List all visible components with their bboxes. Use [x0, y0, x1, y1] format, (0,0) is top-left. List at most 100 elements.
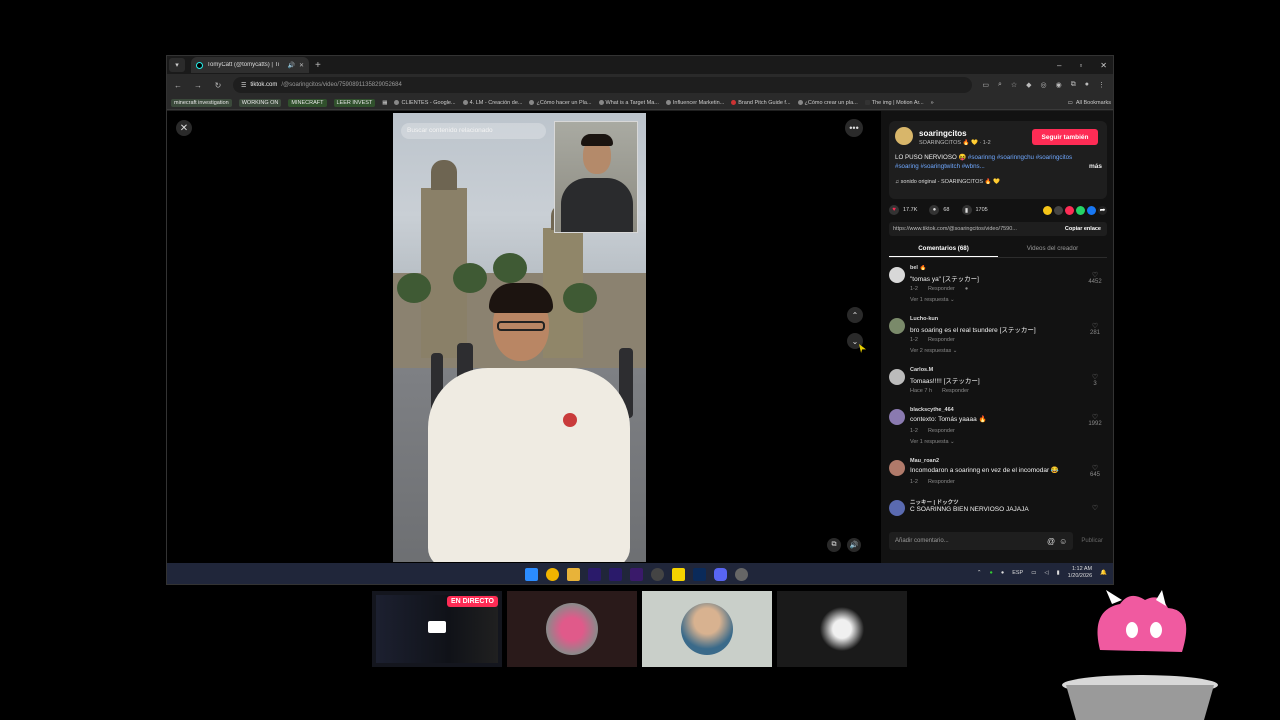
publish-button[interactable]: Publicar: [1077, 538, 1107, 544]
reload-icon[interactable]: ↻: [213, 81, 223, 90]
video-player[interactable]: Buscar contenido relacionado: [393, 113, 646, 562]
close-window-icon[interactable]: ✕: [1100, 61, 1107, 70]
username[interactable]: soaringcitos: [919, 129, 967, 138]
avatar[interactable]: [889, 318, 905, 334]
notes-icon[interactable]: [672, 568, 685, 581]
comment-author[interactable]: bel 🔥: [910, 265, 926, 271]
share-arrow-icon[interactable]: ➦: [1098, 205, 1107, 215]
new-tab-icon[interactable]: +: [315, 60, 321, 71]
apps-grid-icon[interactable]: ▦: [382, 100, 387, 106]
maximize-icon[interactable]: ▫: [1079, 61, 1082, 70]
speaker-icon[interactable]: ◁: [1044, 570, 1048, 576]
extensions-puzzle-icon[interactable]: ⧉: [1071, 81, 1076, 89]
emoji-share-icon[interactable]: [1043, 205, 1052, 215]
bookmark-chip[interactable]: LEER INVEST: [333, 98, 376, 107]
media-encoder-icon[interactable]: [630, 568, 643, 581]
tray-chevron-icon[interactable]: ⌃: [977, 570, 982, 576]
minimize-icon[interactable]: –: [1057, 61, 1061, 70]
bookmark-item[interactable]: The img | Motion Ar...: [864, 100, 924, 106]
extension-icon[interactable]: ◎: [1041, 81, 1047, 89]
reply-button[interactable]: Responder: [928, 286, 955, 292]
participant-tile[interactable]: [777, 591, 907, 667]
back-icon[interactable]: ←: [173, 81, 183, 90]
bookmark-icon[interactable]: ▮: [961, 205, 972, 215]
forward-icon[interactable]: →: [193, 81, 203, 90]
reply-button[interactable]: Responder: [942, 388, 969, 394]
avatar[interactable]: [889, 460, 905, 476]
language-indicator[interactable]: ESP: [1012, 570, 1023, 576]
view-replies-button[interactable]: Ver 1 respuesta ⌄: [910, 297, 955, 303]
bookmark-chip[interactable]: MINECRAFT: [288, 98, 327, 107]
extension-icon[interactable]: ◆: [1026, 81, 1031, 89]
file-explorer-icon[interactable]: [567, 568, 580, 581]
pip-icon[interactable]: ⧉: [827, 538, 841, 552]
tab-active[interactable]: TomyCatt (@tomycatts) | Ti 🔊 ✕: [191, 57, 309, 73]
tab-comments[interactable]: Comentarios (68): [889, 242, 998, 257]
participant-tile[interactable]: [642, 591, 772, 667]
zoom-icon[interactable]: ⌕: [998, 81, 1002, 89]
comment-like[interactable]: ♡ 3: [1085, 373, 1105, 387]
tab-audio-icon[interactable]: 🔊: [287, 62, 294, 69]
bookmark-chip[interactable]: WORKING ON: [238, 98, 282, 107]
bookmark-item[interactable]: ¿Cómo hacer un Pla...: [529, 100, 592, 106]
avatar[interactable]: [889, 500, 905, 516]
tab-search-icon[interactable]: ▾: [169, 58, 185, 72]
bookmarks-overflow-icon[interactable]: »: [931, 100, 934, 106]
comment-author[interactable]: Carlos.M: [910, 367, 933, 373]
bookmark-item[interactable]: Brand Pitch Guide f...: [731, 100, 791, 106]
clock[interactable]: 1:12 AM 1/20/2026: [1068, 566, 1092, 580]
tab-creator-videos[interactable]: Videos del creador: [998, 242, 1107, 257]
network-icon[interactable]: ▭: [1031, 570, 1036, 576]
comment-like[interactable]: ♡ 4452: [1085, 271, 1105, 285]
facebook-icon[interactable]: [1087, 205, 1096, 215]
comment-like[interactable]: ♡ 1992: [1085, 413, 1105, 427]
bookmark-item[interactable]: Influencer Marketin...: [665, 100, 724, 106]
bookmark-item[interactable]: CLIENTES - Google...: [394, 100, 456, 106]
avatar[interactable]: [889, 267, 905, 283]
close-video-button[interactable]: ✕: [176, 120, 192, 136]
comment-author[interactable]: Mau_roan2: [910, 458, 939, 464]
cast-icon[interactable]: ▭: [982, 81, 989, 89]
after-effects-icon[interactable]: [609, 568, 622, 581]
sound-link[interactable]: ♫ sonido original - SOARINGCITOS 🔥 💛: [895, 179, 1000, 185]
bookmark-item[interactable]: 4. LM - Creación de...: [462, 100, 522, 106]
photoshop-icon[interactable]: [693, 568, 706, 581]
extension-icon[interactable]: ◉: [1056, 81, 1062, 89]
volume-icon[interactable]: 🔊: [847, 538, 861, 552]
bookmark-chip[interactable]: minecraft investigation: [171, 98, 232, 107]
repost-icon[interactable]: [1065, 205, 1074, 215]
comment-author[interactable]: blackscythe_464: [910, 407, 954, 413]
heart-icon[interactable]: ♥: [889, 205, 899, 215]
comment-author[interactable]: Lucho-kun: [910, 316, 938, 322]
more-link[interactable]: más: [1089, 163, 1102, 170]
site-info-icon[interactable]: ☰: [241, 82, 246, 89]
windows-start-icon[interactable]: [525, 568, 538, 581]
copy-link-button[interactable]: Copiar enlace: [1059, 222, 1107, 236]
bookmark-item[interactable]: What is a Target Ma...: [598, 100, 659, 106]
tab-close-icon[interactable]: ✕: [299, 62, 304, 69]
view-replies-button[interactable]: Ver 1 respuesta ⌄: [910, 439, 955, 445]
more-options-button[interactable]: •••: [845, 119, 863, 137]
emoji-icon[interactable]: ☺: [1059, 537, 1067, 546]
premiere-icon[interactable]: [588, 568, 601, 581]
view-replies-button[interactable]: Ver 2 respuestas ⌄: [910, 348, 957, 354]
tray-app-icon[interactable]: ●: [1001, 570, 1004, 576]
battery-icon[interactable]: ▮: [1057, 570, 1060, 576]
tray-app-icon[interactable]: ●: [990, 570, 993, 576]
video-link[interactable]: https://www.tiktok.com/@soaringcitos/vid…: [893, 226, 1017, 232]
reply-button[interactable]: Responder: [928, 479, 955, 485]
notifications-icon[interactable]: 🔔: [1100, 570, 1107, 576]
comment-author[interactable]: ニッキー | ドックツ: [910, 498, 959, 506]
profile-icon[interactable]: ●: [1085, 81, 1089, 89]
url-field[interactable]: ☰ tiktok.com/@soaringcitos/video/7590891…: [233, 77, 973, 93]
reply-button[interactable]: Responder: [928, 337, 955, 343]
obs-icon[interactable]: [651, 568, 664, 581]
reply-button[interactable]: Responder: [928, 428, 955, 434]
discord-icon[interactable]: [714, 568, 727, 581]
related-search-input[interactable]: Buscar contenido relacionado: [401, 123, 546, 139]
previous-video-button[interactable]: ⌃: [847, 307, 863, 323]
comment-like[interactable]: ♡ 281: [1085, 322, 1105, 336]
bookmark-star-icon[interactable]: ☆: [1011, 81, 1017, 89]
mention-icon[interactable]: @: [1047, 537, 1055, 546]
avatar[interactable]: [895, 127, 913, 145]
